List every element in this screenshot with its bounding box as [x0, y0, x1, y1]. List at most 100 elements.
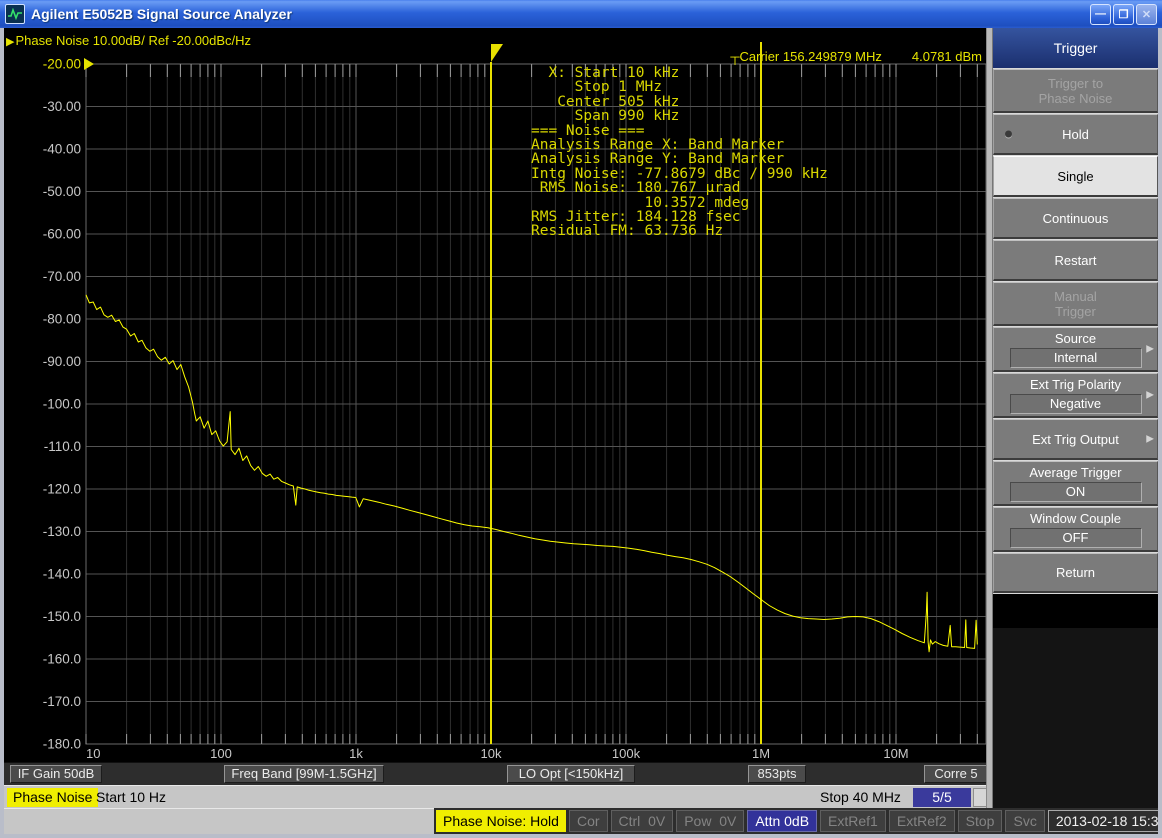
indicator-attn-0db: Attn 0dB [747, 810, 817, 832]
submenu-arrow-icon: ▶ [1146, 388, 1154, 403]
status-field-freq-band-99m-1-5ghz: Freq Band [99M-1.5GHz] [224, 765, 384, 783]
svg-text:-150.0: -150.0 [43, 609, 81, 624]
softkey-value: ON [1010, 482, 1142, 502]
softkey-window-couple[interactable]: Window Couple OFF [993, 507, 1158, 552]
svg-text:-170.0: -170.0 [43, 694, 81, 709]
trace-header: ▶Phase Noise 10.00dB/ Ref -20.00dBc/Hz [6, 33, 251, 48]
indicator-svc: Svc [1005, 810, 1044, 832]
noise-analysis-readout: X: Start 10 kHz Stop 1 MHz Center 505 kH… [531, 66, 828, 239]
svg-text:-20.00: -20.00 [43, 57, 81, 72]
status-field-853pts: 853pts [748, 765, 806, 783]
window-titlebar: Agilent E5052B Signal Source Analyzer — … [0, 0, 1162, 28]
softkey-continuous[interactable]: Continuous [993, 198, 1158, 239]
softkey-label: Ext Trig Polarity [1030, 377, 1121, 392]
svg-text:-120.0: -120.0 [43, 482, 81, 497]
softkey-ext-trig-output[interactable]: Ext Trig Output ▶ [993, 419, 1158, 460]
carrier-frequency: Carrier 156.249879 MHz [740, 49, 882, 64]
softkey-label: Ext Trig Output [1032, 432, 1119, 447]
menu-splitter [986, 28, 993, 808]
window-border-bottom [0, 834, 1162, 838]
svg-text:-180.0: -180.0 [43, 737, 81, 752]
carrier-marker-icon: ┬ [730, 49, 739, 64]
indicator-cor: Cor [569, 810, 608, 832]
softkey-label: Manual [1054, 289, 1097, 304]
band-marker-flag [491, 44, 503, 62]
status-field-lo-opt-150khz: LO Opt [<150kHz] [507, 765, 635, 783]
svg-text:1k: 1k [349, 746, 363, 761]
svg-text:-140.0: -140.0 [43, 567, 81, 582]
active-dot-icon [1005, 131, 1012, 138]
svg-text:10: 10 [86, 746, 100, 761]
softkey-menu: Trigger Trigger toPhase Noise Hold Single C… [993, 28, 1158, 594]
svg-text:100k: 100k [612, 746, 641, 761]
svg-text:-90.00: -90.00 [43, 354, 81, 369]
softkey-single[interactable]: Single [993, 156, 1158, 197]
svg-text:-80.00: -80.00 [43, 312, 81, 327]
indicator-extref1: ExtRef1 [820, 810, 886, 832]
svg-text:-50.00: -50.00 [43, 184, 81, 199]
softkey-label: Return [1056, 565, 1095, 580]
softkey-return[interactable]: Return [993, 553, 1158, 593]
trace-scale-label: Phase Noise 10.00dB/ Ref -20.00dBc/Hz [15, 33, 251, 48]
softkey-label: Trigger [1055, 304, 1096, 319]
system-status-bar: Phase Noise: HoldCorCtrl 0VPow 0VAttn 0d… [4, 808, 1158, 834]
indicator-ctrl-0v: Ctrl 0V [611, 810, 674, 832]
svg-text:-100.0: -100.0 [43, 397, 81, 412]
softkey-label: Hold [1062, 127, 1089, 142]
softkey-source[interactable]: SourceInternal▶ [993, 327, 1158, 372]
softkey-average-trigger[interactable]: Average Trigger ON [993, 461, 1158, 506]
softkey-manual-trigger[interactable]: ManualTrigger [993, 282, 1158, 326]
menu-title: Trigger [993, 28, 1158, 68]
svg-text:100: 100 [210, 746, 232, 761]
softkey-label: Single [1057, 169, 1093, 184]
submenu-arrow-icon: ▶ [1146, 342, 1154, 357]
window-border-right [1158, 28, 1162, 838]
ref-level-marker [84, 58, 94, 70]
restore-button[interactable]: ❐ [1113, 4, 1134, 25]
submenu-arrow-icon: ▶ [1146, 432, 1154, 447]
window-border-left [0, 28, 4, 838]
app-icon [5, 4, 25, 24]
measurement-state-badge: Phase Noise: Hold [436, 810, 566, 832]
softkey-hold[interactable]: Hold [993, 114, 1158, 155]
svg-text:-70.00: -70.00 [43, 269, 81, 284]
status-bar-empty-area [4, 808, 434, 834]
measurement-display: -20.00 -30.00 -40.00 -50.00 -60.00 -70.00 -80.… [4, 28, 986, 808]
status-field-if-gain-50db: IF Gain 50dB [10, 765, 102, 783]
window-page-badge: 5/5 [913, 788, 971, 807]
softkey-label: Phase Noise [1039, 91, 1113, 106]
measurement-type-badge: Phase Noise [7, 788, 98, 807]
softkey-label: Trigger to [1048, 76, 1103, 91]
svg-text:10k: 10k [481, 746, 502, 761]
indicator-extref2: ExtRef2 [889, 810, 955, 832]
indicator-pow-0v: Pow 0V [676, 810, 744, 832]
svg-text:-60.00: -60.00 [43, 227, 81, 242]
softkey-ext-trig-polarity[interactable]: Ext Trig Polarity Negative ▶ [993, 373, 1158, 418]
softkey-label: Average Trigger [1029, 465, 1121, 480]
minimize-button[interactable]: — [1090, 4, 1111, 25]
svg-text:-30.00: -30.00 [43, 99, 81, 114]
close-button[interactable]: ✕ [1136, 4, 1157, 25]
softkey-label: Window Couple [1030, 511, 1121, 526]
carrier-power: 4.0781 dBm [912, 49, 982, 64]
carrier-readout: ┬Carrier 156.249879 MHz 4.0781 dBm [530, 49, 982, 64]
softkey-value: OFF [1010, 528, 1142, 548]
softkey-trigger-to-phase-noise[interactable]: Trigger toPhase Noise [993, 69, 1158, 113]
start-frequency-label: Start 10 Hz [96, 788, 166, 807]
phase-noise-plot[interactable]: -20.00 -30.00 -40.00 -50.00 -60.00 -70.00 -80.… [4, 28, 986, 762]
status-field-corre-5: Corre 5 [924, 765, 988, 783]
softkey-value: Negative [1010, 394, 1142, 414]
stop-frequency-label: Stop 40 MHz [820, 788, 901, 807]
menu-background [993, 628, 1158, 808]
instrument-status-bar: IF Gain 50dB Freq Band [99M-1.5GHz] LO Opt… [4, 762, 990, 785]
svg-text:-110.0: -110.0 [44, 439, 81, 454]
svg-text:-40.00: -40.00 [43, 142, 81, 157]
softkey-label: Continuous [1043, 211, 1109, 226]
window-title: Agilent E5052B Signal Source Analyzer [31, 6, 1090, 22]
svg-text:-130.0: -130.0 [43, 524, 81, 539]
indicator-stop: Stop [958, 810, 1003, 832]
softkey-restart[interactable]: Restart [993, 240, 1158, 281]
svg-text:1M: 1M [752, 746, 770, 761]
svg-text:10M: 10M [883, 746, 908, 761]
trace-pointer-icon: ▶ [6, 36, 14, 48]
